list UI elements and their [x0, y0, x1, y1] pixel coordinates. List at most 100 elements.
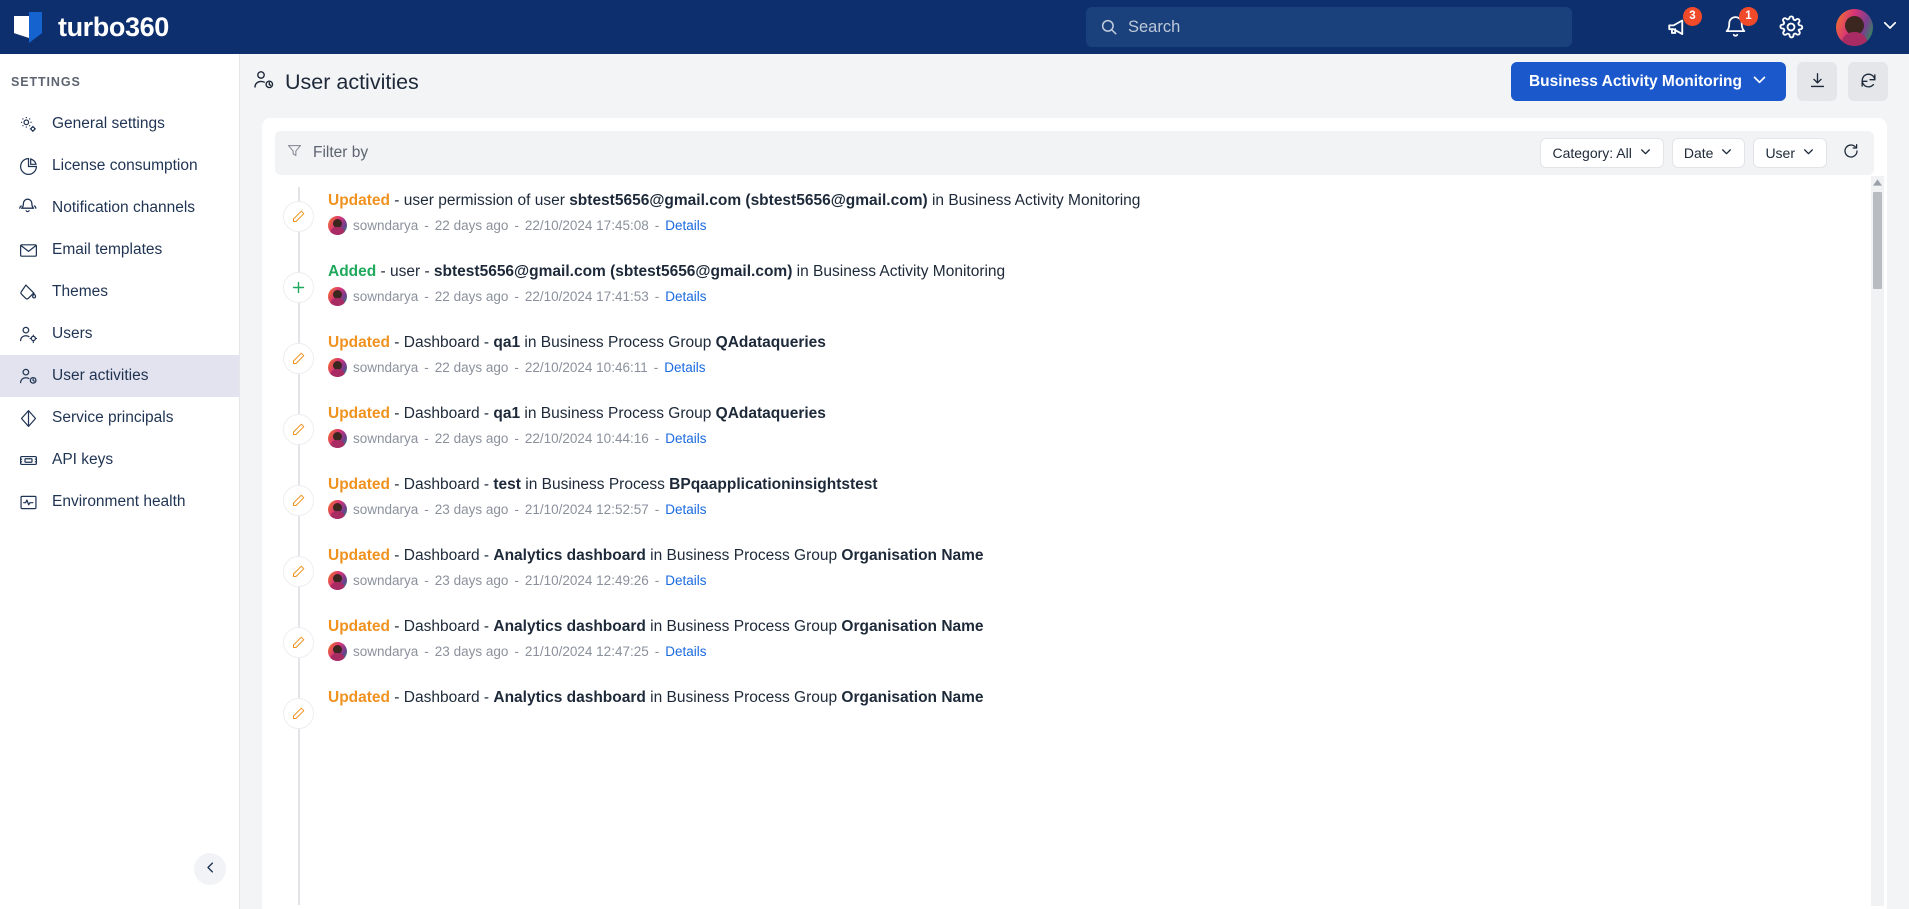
- sidebar-item-license-consumption[interactable]: License consumption: [0, 145, 239, 187]
- brand[interactable]: turbo360: [14, 12, 169, 43]
- activity-text: in Business Process Group: [645, 618, 842, 635]
- user-filter-label: User: [1765, 145, 1795, 161]
- gear-icon[interactable]: [1776, 12, 1806, 42]
- activity-text: - user -: [376, 263, 434, 280]
- activity-text: - Dashboard -: [390, 476, 494, 493]
- activity-entity: sbtest5656@gmail.com (sbtest5656@gmail.c…: [569, 192, 928, 209]
- activity-verb: Updated: [328, 547, 390, 564]
- pencil-icon: [283, 556, 314, 587]
- activity-relative-time: 22 days ago: [434, 431, 509, 446]
- sidebar-item-users[interactable]: Users: [0, 313, 239, 355]
- activity-item: Updated - Dashboard - Analytics dashboar…: [262, 542, 1887, 613]
- activity-details-link[interactable]: Details: [665, 431, 706, 446]
- search-box[interactable]: [1086, 7, 1572, 47]
- chevron-down-icon: [1720, 145, 1733, 161]
- activity-meta: sowndarya -22 days ago -22/10/2024 10:46:1…: [328, 358, 1887, 377]
- activity-relative-time: 23 days ago: [434, 502, 509, 517]
- activity-item: Added - user - sbtest5656@gmail.com (sbt…: [262, 258, 1887, 329]
- navbar-actions: 3 1: [1664, 0, 1899, 54]
- activity-timestamp: 22/10/2024 17:41:53: [524, 289, 649, 304]
- activity-entity: Analytics dashboard: [493, 689, 646, 706]
- megaphone-badge: 3: [1683, 7, 1702, 26]
- sidebar-item-label: Themes: [52, 283, 108, 300]
- filter-by-button[interactable]: Filter by: [286, 142, 368, 164]
- activity-entity: Analytics dashboard: [493, 547, 646, 564]
- activity-text: in Business Process Group: [645, 547, 842, 564]
- sidebar-item-label: User activities: [52, 367, 149, 384]
- sidebar-item-email-templates[interactable]: Email templates: [0, 229, 239, 271]
- sidebar-item-user-activities[interactable]: User activities: [0, 355, 239, 397]
- sidebar-item-general-settings[interactable]: General settings: [0, 103, 239, 145]
- meta-sep: -: [514, 431, 519, 446]
- funnel-icon: [286, 142, 303, 164]
- sidebar-item-notification-channels[interactable]: Notification channels: [0, 187, 239, 229]
- main-content: User activities Business Activity Monito…: [240, 54, 1909, 909]
- business-activity-monitoring-button[interactable]: Business Activity Monitoring: [1510, 62, 1786, 101]
- activity-relative-time: 22 days ago: [434, 218, 509, 233]
- sidebar-collapse-button[interactable]: [194, 853, 226, 885]
- activity-details-link[interactable]: Details: [664, 360, 705, 375]
- bell-icon[interactable]: 1: [1720, 7, 1758, 42]
- activity-item: Updated - user permission of user sbtest…: [262, 187, 1887, 258]
- activity-meta: sowndarya -22 days ago -22/10/2024 17:45:0…: [328, 216, 1887, 235]
- chevron-down-icon: [1639, 145, 1652, 161]
- activity-description: Updated - Dashboard - test in Business P…: [328, 471, 1887, 494]
- activity-entity: Organisation Name: [841, 689, 984, 706]
- avatar: [328, 358, 347, 377]
- activity-details-link[interactable]: Details: [665, 289, 706, 304]
- envelope-icon: [17, 239, 39, 261]
- meta-sep: -: [424, 289, 429, 304]
- activity-timestamp: 21/10/2024 12:52:57: [524, 502, 649, 517]
- activity-relative-time: 22 days ago: [434, 289, 509, 304]
- activity-details-link[interactable]: Details: [665, 573, 706, 588]
- activity-verb: Updated: [328, 192, 390, 209]
- user-clock-icon: [17, 365, 39, 387]
- activity-text: - Dashboard -: [390, 618, 494, 635]
- meta-sep: -: [653, 360, 659, 375]
- sidebar-item-themes[interactable]: Themes: [0, 271, 239, 313]
- activity-text: - Dashboard -: [390, 689, 494, 706]
- download-button[interactable]: [1797, 62, 1837, 101]
- activity-text: - Dashboard -: [390, 547, 494, 564]
- megaphone-icon[interactable]: 3: [1664, 7, 1702, 42]
- user-filter-dropdown[interactable]: User: [1753, 138, 1827, 168]
- meta-sep: -: [424, 502, 429, 517]
- avatar-menu[interactable]: [1836, 8, 1899, 46]
- sidebar-item-label: Service principals: [52, 409, 174, 426]
- meta-sep: -: [424, 644, 429, 659]
- sidebar-item-environment-health[interactable]: Environment health: [0, 481, 239, 523]
- activity-entity: QAdataqueries: [715, 334, 826, 351]
- activity-timestamp: 21/10/2024 12:47:25: [524, 644, 649, 659]
- activity-text: - Dashboard -: [390, 334, 494, 351]
- sidebar-item-service-principals[interactable]: Service principals: [0, 397, 239, 439]
- activity-details-link[interactable]: Details: [665, 644, 706, 659]
- activity-description: Added - user - sbtest5656@gmail.com (sbt…: [328, 258, 1887, 281]
- activity-text: in Business Activity Monitoring: [792, 263, 1006, 280]
- activity-details-link[interactable]: Details: [665, 218, 706, 233]
- page-header: User activities Business Activity Monito…: [240, 54, 1909, 110]
- scrollbar-thumb[interactable]: [1873, 192, 1882, 289]
- activity-meta: sowndarya -22 days ago -22/10/2024 10:44:1…: [328, 429, 1887, 448]
- sidebar-item-api-keys[interactable]: API keys: [0, 439, 239, 481]
- refresh-icon: [1859, 71, 1878, 93]
- date-filter-dropdown[interactable]: Date: [1671, 138, 1746, 168]
- meta-sep: -: [514, 360, 519, 375]
- pencil-icon: [283, 627, 314, 658]
- activity-description: Updated - Dashboard - Analytics dashboar…: [328, 613, 1887, 636]
- activity-verb: Updated: [328, 618, 390, 635]
- refresh-button[interactable]: [1848, 62, 1888, 101]
- filter-refresh-button[interactable]: [1838, 140, 1864, 166]
- feed-scrollbar[interactable]: [1871, 176, 1884, 906]
- activity-feed[interactable]: Updated - user permission of user sbtest…: [262, 187, 1887, 905]
- category-filter-dropdown[interactable]: Category: All: [1540, 138, 1664, 168]
- activity-details-link[interactable]: Details: [665, 502, 706, 517]
- meta-sep: -: [654, 502, 660, 517]
- activity-entity: qa1: [493, 334, 521, 351]
- activity-relative-time: 22 days ago: [434, 360, 509, 375]
- activity-user: sowndarya: [353, 573, 419, 588]
- activity-description: Updated - user permission of user sbtest…: [328, 187, 1887, 210]
- activity-item: Updated - Dashboard - qa1 in Business Pr…: [262, 329, 1887, 400]
- search-input[interactable]: [1128, 17, 1558, 37]
- activity-timestamp: 21/10/2024 12:49:26: [524, 573, 649, 588]
- scroll-up-arrow-icon[interactable]: [1873, 178, 1882, 187]
